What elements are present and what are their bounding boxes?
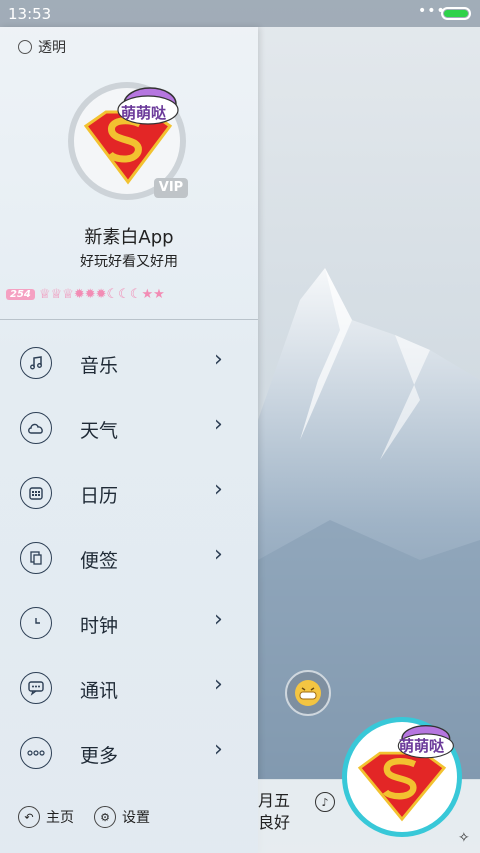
chevron-right-icon: › xyxy=(214,347,223,372)
menu-label: 日历 xyxy=(80,485,119,507)
vip-badge: VIP xyxy=(154,178,188,198)
chevron-right-icon: › xyxy=(214,672,223,697)
home-label: 主页 xyxy=(46,810,74,826)
back-arrow-icon: ↶ xyxy=(18,806,40,828)
transparent-toggle[interactable]: 透明 xyxy=(18,37,66,57)
transparent-label: 透明 xyxy=(38,40,66,56)
settings-label: 设置 xyxy=(122,810,150,826)
chevron-right-icon: › xyxy=(214,477,223,502)
menu-item-clock[interactable]: 时钟 › xyxy=(0,597,258,657)
app-name: 新素白App xyxy=(84,227,174,248)
menu-item-music[interactable]: 音乐 › xyxy=(0,337,258,397)
sticker-text: 萌萌哒 xyxy=(399,737,445,755)
avatar[interactable]: 萌萌哒 VIP xyxy=(68,82,188,202)
emoji-chat-button[interactable] xyxy=(285,670,331,716)
menu-item-notes[interactable]: 便签 › xyxy=(0,532,258,592)
battery-icon xyxy=(441,7,471,20)
home-button[interactable]: ↶ 主页 xyxy=(18,806,74,828)
cloud-icon xyxy=(20,412,52,444)
calendar-icon xyxy=(20,477,52,509)
menu-label: 更多 xyxy=(80,745,119,767)
grin-face-icon xyxy=(295,680,321,706)
chevron-right-icon: › xyxy=(214,737,223,762)
floating-avatar-button[interactable]: 萌萌哒 xyxy=(342,717,462,837)
level-badge: 254 xyxy=(6,288,35,300)
side-drawer: 透明 萌萌哒 VIP 新素白App 好玩好看又好用 254 ♕♕♕✹✹✹☾☾☾★… xyxy=(0,27,258,853)
chevron-right-icon: › xyxy=(214,412,223,437)
menu-item-weather[interactable]: 天气 › xyxy=(0,402,258,462)
menu-label: 通讯 xyxy=(80,680,119,702)
chevron-right-icon: › xyxy=(214,542,223,567)
level-row[interactable]: 254 ♕♕♕✹✹✹☾☾☾★★ xyxy=(6,285,165,303)
radio-icon xyxy=(18,40,32,54)
drawer-bottom-bar: ↶ 主页 ⚙ 设置 xyxy=(0,802,258,836)
date-line2: 良好 xyxy=(258,813,291,832)
music-note-icon[interactable]: ♪ xyxy=(315,792,335,812)
menu-item-chat[interactable]: 通讯 › xyxy=(0,662,258,722)
menu-label: 音乐 xyxy=(80,355,119,377)
level-icons: ♕♕♕✹✹✹☾☾☾★★ xyxy=(38,286,165,302)
menu-item-calendar[interactable]: 日历 › xyxy=(0,467,258,527)
menu-label: 便签 xyxy=(80,550,119,572)
chat-icon xyxy=(20,672,52,704)
menu-label: 时钟 xyxy=(80,615,119,637)
divider xyxy=(0,319,258,320)
date-info: 月五 良好 xyxy=(258,790,290,834)
more-icon xyxy=(20,737,52,769)
settings-button[interactable]: ⚙ 设置 xyxy=(94,806,150,828)
music-note-icon xyxy=(20,347,52,379)
gear-icon: ⚙ xyxy=(94,806,116,828)
menu-label: 天气 xyxy=(80,420,119,442)
status-bar: 13:53 ••• xyxy=(0,0,480,27)
status-time: 13:53 xyxy=(8,5,52,23)
chevron-right-icon: › xyxy=(214,607,223,632)
date-line1: 月五 xyxy=(258,791,291,810)
magic-wand-icon[interactable]: ✧ xyxy=(458,830,470,846)
notes-icon xyxy=(20,542,52,574)
menu-item-more[interactable]: 更多 › xyxy=(0,727,258,787)
clock-icon xyxy=(20,607,52,639)
sticker-text: 萌萌哒 xyxy=(121,104,167,122)
app-tagline: 好玩好看又好用 xyxy=(80,254,178,270)
